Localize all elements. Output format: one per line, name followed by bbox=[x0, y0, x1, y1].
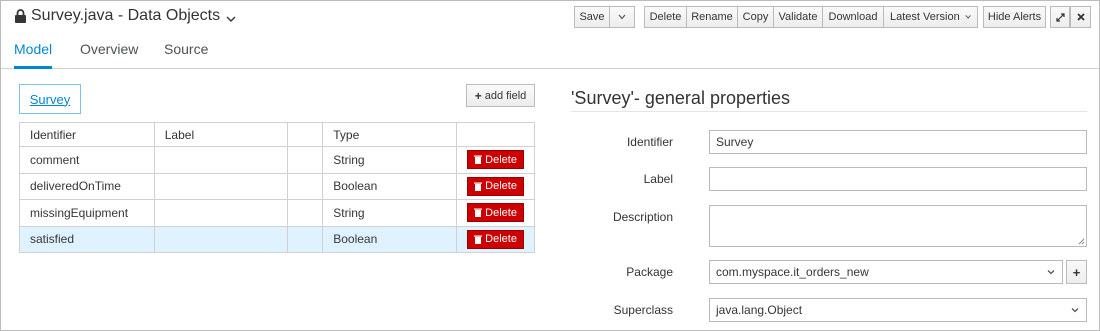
superclass-label: Superclass bbox=[613, 303, 673, 317]
chevron-down-icon[interactable] bbox=[226, 13, 236, 23]
delete-field-button[interactable]: Delete bbox=[467, 203, 524, 223]
properties-divider bbox=[571, 111, 1087, 112]
package-label: Package bbox=[626, 265, 673, 279]
table-header-row: Identifier Label Type bbox=[19, 122, 535, 147]
column-header-actions bbox=[456, 122, 535, 147]
add-field-label: add field bbox=[484, 89, 527, 102]
field-identifier[interactable]: missingEquipment bbox=[19, 199, 155, 227]
superclass-select[interactable]: java.lang.Object bbox=[709, 298, 1087, 322]
add-field-button[interactable]: + add field bbox=[466, 84, 535, 107]
delete-label: Delete bbox=[485, 206, 517, 219]
close-button[interactable] bbox=[1070, 6, 1091, 28]
field-identifier[interactable]: satisfied bbox=[19, 225, 155, 253]
field-label[interactable] bbox=[153, 199, 289, 227]
trash-icon bbox=[474, 155, 483, 165]
column-header-label[interactable]: Label bbox=[153, 122, 289, 147]
tab-overview[interactable]: Overview bbox=[80, 41, 138, 69]
hide-alerts-button[interactable]: Hide Alerts bbox=[983, 6, 1046, 28]
tab-source[interactable]: Source bbox=[164, 41, 208, 69]
plus-icon: + bbox=[474, 88, 482, 103]
rename-button[interactable]: Rename bbox=[686, 6, 738, 28]
chevron-down-icon bbox=[1047, 270, 1055, 275]
field-actions: Delete bbox=[456, 199, 535, 227]
table-row[interactable]: deliveredOnTime Boolean Delete bbox=[19, 172, 535, 200]
column-header-identifier[interactable]: Identifier bbox=[19, 122, 155, 147]
package-value: com.myspace.it_orders_new bbox=[716, 265, 869, 279]
field-blank bbox=[287, 172, 324, 200]
title-area[interactable]: Survey.java - Data Objects bbox=[14, 7, 236, 25]
field-type[interactable]: String bbox=[322, 146, 458, 174]
validate-button[interactable]: Validate bbox=[773, 6, 823, 28]
expand-icon bbox=[1055, 12, 1065, 22]
field-actions: Delete bbox=[456, 146, 535, 174]
package-select[interactable]: com.myspace.it_orders_new bbox=[709, 260, 1063, 284]
label-input[interactable] bbox=[709, 167, 1087, 191]
lock-icon bbox=[14, 8, 27, 24]
identifier-label: Identifier bbox=[626, 135, 673, 149]
column-header-type[interactable]: Type bbox=[322, 122, 458, 147]
close-icon bbox=[1076, 13, 1085, 21]
chevron-down-icon bbox=[618, 14, 626, 20]
save-options-button[interactable] bbox=[609, 6, 635, 28]
description-textarea[interactable] bbox=[709, 205, 1087, 247]
trash-icon bbox=[474, 235, 483, 244]
delete-field-button[interactable]: Delete bbox=[467, 150, 524, 170]
download-button[interactable]: Download bbox=[822, 6, 884, 28]
description-label: Description bbox=[612, 210, 673, 224]
delete-field-button[interactable]: Delete bbox=[467, 229, 524, 249]
data-object-name-link[interactable]: Survey bbox=[19, 84, 81, 114]
delete-label: Delete bbox=[485, 233, 517, 246]
resize-handle-icon[interactable] bbox=[1078, 238, 1085, 245]
tab-model[interactable]: Model bbox=[14, 41, 53, 69]
column-header-blank bbox=[287, 122, 324, 147]
delete-button[interactable]: Delete bbox=[644, 6, 687, 28]
table-row[interactable]: comment String Delete bbox=[19, 146, 535, 174]
delete-field-button[interactable]: Delete bbox=[467, 176, 524, 196]
expand-button[interactable] bbox=[1050, 6, 1070, 28]
field-blank bbox=[287, 225, 324, 253]
latest-version-dropdown[interactable]: Latest Version bbox=[883, 6, 978, 28]
identifier-input[interactable]: Survey bbox=[709, 130, 1087, 154]
field-actions: Delete bbox=[456, 172, 535, 200]
tab-bar: Model Overview Source bbox=[1, 35, 1099, 69]
plus-icon: + bbox=[1072, 264, 1081, 280]
fields-table: Identifier Label Type comment String Del… bbox=[19, 122, 535, 253]
table-row-selected[interactable]: satisfied Boolean Delete bbox=[19, 225, 535, 253]
editor-header: Survey.java - Data Objects Save Delete R… bbox=[1, 1, 1099, 33]
save-button[interactable]: Save bbox=[574, 6, 610, 28]
latest-version-label: Latest Version bbox=[890, 11, 960, 23]
properties-title: 'Survey'- general properties bbox=[571, 88, 790, 108]
field-actions: Delete bbox=[456, 225, 535, 253]
delete-label: Delete bbox=[485, 180, 517, 193]
field-type[interactable]: Boolean bbox=[322, 172, 458, 200]
editor-window: Survey.java - Data Objects Save Delete R… bbox=[0, 0, 1100, 331]
field-blank bbox=[287, 199, 324, 227]
superclass-value: java.lang.Object bbox=[716, 303, 803, 317]
chevron-down-icon bbox=[965, 15, 971, 19]
trash-icon bbox=[474, 208, 483, 218]
field-label[interactable] bbox=[153, 146, 289, 174]
chevron-down-icon bbox=[1071, 308, 1079, 313]
field-blank bbox=[287, 146, 324, 174]
field-label[interactable] bbox=[153, 172, 289, 200]
page-title: Survey.java - Data Objects bbox=[31, 7, 221, 24]
field-identifier[interactable]: comment bbox=[19, 146, 155, 174]
table-row[interactable]: missingEquipment String Delete bbox=[19, 199, 535, 227]
field-type[interactable]: Boolean bbox=[322, 225, 458, 253]
field-label[interactable] bbox=[153, 225, 289, 253]
field-type[interactable]: String bbox=[322, 199, 458, 227]
label-label: Label bbox=[643, 172, 673, 186]
delete-label: Delete bbox=[485, 153, 517, 166]
trash-icon bbox=[474, 182, 483, 191]
add-package-button[interactable]: + bbox=[1066, 260, 1087, 284]
copy-button[interactable]: Copy bbox=[737, 6, 774, 28]
field-identifier[interactable]: deliveredOnTime bbox=[19, 172, 155, 200]
